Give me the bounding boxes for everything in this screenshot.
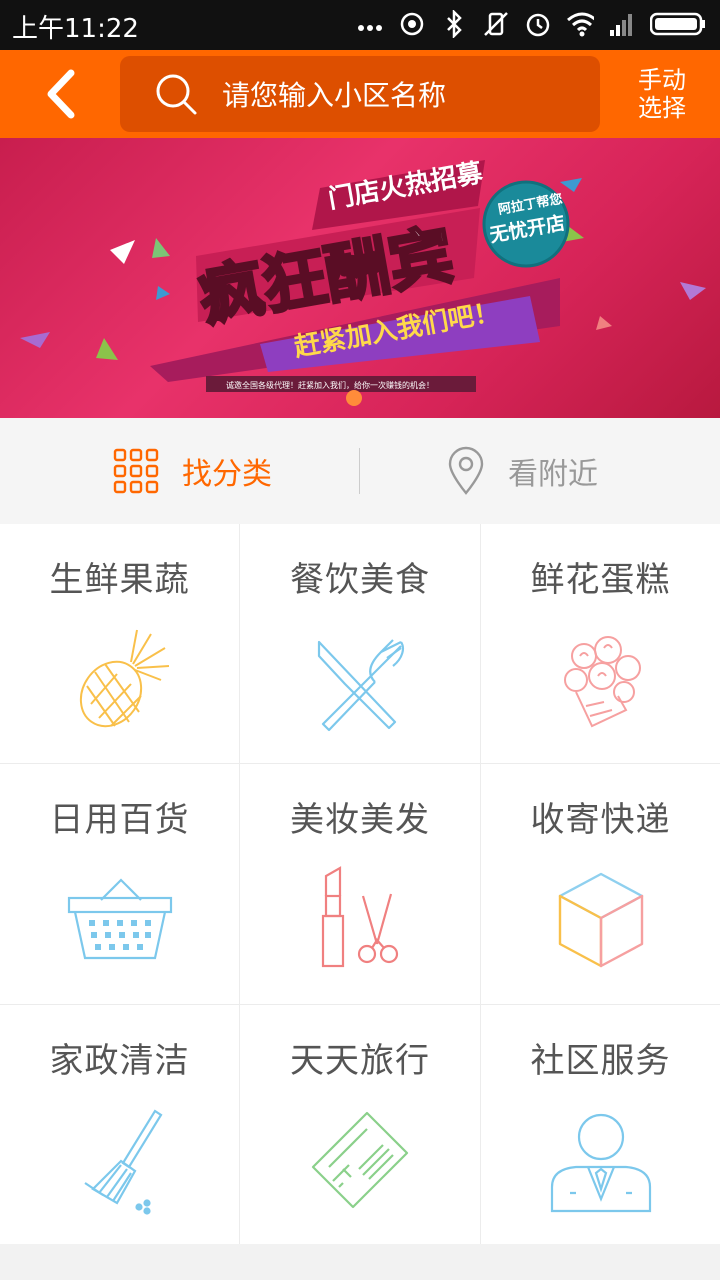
location-pin-icon: [448, 446, 484, 495]
category-daily-goods[interactable]: 日用百货: [0, 764, 239, 1004]
manual-select-button[interactable]: 手动 选择: [622, 66, 702, 122]
category-express-delivery[interactable]: 收寄快递: [481, 764, 720, 1004]
tab-divider: [359, 448, 360, 494]
confetti-shape: [680, 282, 706, 300]
category-grid: 生鲜果蔬 餐饮美食 鲜花蛋糕 日用百货 美妆美发 收寄快递 家政清洁 天天旅行 …: [0, 524, 720, 1244]
category-beauty-hair[interactable]: 美妆美发: [240, 764, 480, 1004]
status-bar: 上午11:22: [0, 0, 720, 50]
fork-knife-icon: [317, 639, 404, 732]
manual-select-line2: 选择: [638, 94, 686, 122]
tab-bar: 找分类 看附近: [0, 418, 720, 524]
category-label: 家政清洁: [49, 1041, 190, 1081]
more-dots-icon: [356, 10, 384, 38]
carousel-indicator-dot[interactable]: [346, 390, 362, 406]
pineapple-icon: [79, 629, 169, 728]
tab-find-category-label: 找分类: [182, 457, 272, 492]
top-header: 手动 选择: [0, 50, 720, 138]
bluetooth-icon: [440, 10, 468, 38]
category-label: 日用百货: [49, 800, 190, 840]
promo-banner[interactable]: 门店火热招募 疯狂酬宾 阿拉丁帮您 无忧开店 赶紧加入我们吧！ 诚邀全国各级代理…: [0, 138, 720, 418]
category-label: 鲜花蛋糕: [530, 560, 671, 600]
back-arrow-icon: [47, 69, 75, 119]
grid-icon: [113, 448, 159, 494]
confetti-shape: [152, 238, 170, 258]
manual-select-line1: 手动: [638, 66, 686, 94]
alarm-icon: [524, 10, 552, 38]
category-daily-travel[interactable]: 天天旅行: [240, 1005, 480, 1244]
lipstick-scissors-icon: [321, 866, 399, 968]
category-label: 社区服务: [530, 1041, 671, 1081]
person-icon: [550, 1113, 651, 1213]
flower-bouquet-icon: [563, 636, 641, 728]
confetti-shape: [156, 286, 170, 300]
banner-fine-print: 诚邀全国各级代理！赶紧加入我们，给你一次赚钱的机会！: [226, 380, 434, 390]
back-button[interactable]: [30, 64, 90, 124]
confetti-shape: [110, 240, 135, 264]
confetti-shape: [560, 178, 582, 192]
category-community-service[interactable]: 社区服务: [481, 1005, 720, 1244]
category-food-dining[interactable]: 餐饮美食: [240, 524, 480, 763]
confetti-shape: [96, 338, 118, 360]
hotspot-icon: [398, 10, 426, 38]
status-time: 上午11:22: [12, 14, 139, 44]
category-housekeeping[interactable]: 家政清洁: [0, 1005, 239, 1244]
tab-nearby-label: 看附近: [508, 457, 598, 492]
category-label: 美妆美发: [290, 800, 430, 840]
category-label: 天天旅行: [290, 1041, 430, 1081]
package-box-icon: [558, 872, 643, 968]
broom-icon: [83, 1109, 162, 1215]
search-box[interactable]: [120, 56, 600, 134]
battery-icon: [650, 10, 706, 38]
confetti-shape: [20, 332, 50, 348]
search-input[interactable]: [220, 56, 584, 134]
status-icons: [356, 10, 706, 38]
search-icon: [156, 74, 197, 115]
tab-find-category[interactable]: 找分类: [112, 418, 272, 524]
category-label: 餐饮美食: [290, 560, 430, 600]
wifi-icon: [566, 10, 594, 38]
banner-artwork: 门店火热招募 疯狂酬宾 阿拉丁帮您 无忧开店 赶紧加入我们吧！ 诚邀全国各级代理…: [20, 158, 706, 392]
confetti-shape: [596, 316, 612, 330]
category-label: 收寄快递: [530, 800, 671, 840]
category-fresh-produce[interactable]: 生鲜果蔬: [0, 524, 239, 763]
basket-icon: [67, 878, 172, 960]
ticket-icon: [311, 1111, 409, 1209]
category-label: 生鲜果蔬: [49, 560, 190, 600]
signal-icon: [608, 10, 636, 38]
category-flowers-cakes[interactable]: 鲜花蛋糕: [481, 524, 720, 763]
tab-nearby[interactable]: 看附近: [446, 418, 598, 524]
vibrate-off-icon: [482, 10, 510, 38]
